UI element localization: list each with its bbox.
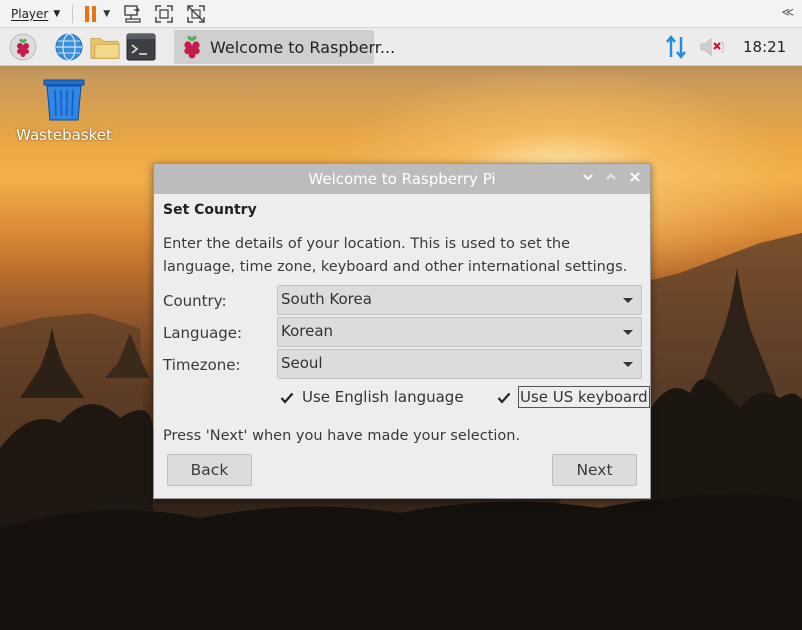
language-select[interactable]: Korean <box>277 317 642 347</box>
toolbar-divider <box>72 4 74 23</box>
use-us-keyboard-label: Use US keyboard <box>518 386 650 408</box>
chevron-down-icon: ▼ <box>53 8 61 19</box>
raspberry-icon <box>180 34 204 60</box>
use-us-keyboard-checkbox[interactable]: Use US keyboard <box>497 386 650 408</box>
close-icon[interactable] <box>626 170 644 188</box>
taskbar-item-welcome[interactable]: Welcome to Raspberr... <box>174 30 395 64</box>
welcome-dialog: Welcome to Raspberry Pi Set Country Ente… <box>153 163 651 499</box>
pause-icon[interactable] <box>85 5 97 22</box>
collapse-icon[interactable]: ≪ <box>781 5 793 19</box>
checkmark-icon <box>497 390 511 404</box>
dialog-titlebar[interactable]: Welcome to Raspberry Pi <box>154 164 650 194</box>
next-button[interactable]: Next <box>552 454 637 486</box>
minimize-icon[interactable] <box>579 170 597 188</box>
checkmark-icon <box>280 390 294 404</box>
timezone-select[interactable]: Seoul <box>277 349 642 379</box>
desktop-icon-label: Wastebasket <box>16 126 112 144</box>
send-ctrl-alt-del-icon[interactable] <box>122 4 142 24</box>
language-value: Korean <box>281 322 334 340</box>
taskbar: Welcome to Raspberr... 18:21 <box>0 28 802 66</box>
country-label: Country: <box>163 292 227 310</box>
description-text: Enter the details of your location. This… <box>163 236 628 275</box>
dropdown-arrow-icon <box>623 362 633 367</box>
use-english-label: Use English language <box>302 388 464 406</box>
desktop-icon-wastebasket[interactable]: Wastebasket <box>16 78 112 144</box>
dropdown-arrow-icon <box>623 330 633 335</box>
raspberry-menu-icon[interactable] <box>8 32 38 62</box>
language-label: Language: <box>163 324 243 342</box>
player-menu[interactable]: Player ▼ <box>11 7 60 21</box>
wastebasket-icon <box>16 78 112 122</box>
country-select[interactable]: South Korea <box>277 285 642 315</box>
timezone-label: Timezone: <box>163 356 241 374</box>
web-browser-icon[interactable] <box>54 32 84 62</box>
use-english-checkbox[interactable]: Use English language <box>280 388 464 406</box>
terminal-icon[interactable] <box>126 32 156 62</box>
player-toolbar: Player ▼ ▼ ≪ <box>0 0 802 28</box>
chevron-down-icon[interactable]: ▼ <box>103 9 110 19</box>
country-value: South Korea <box>281 290 372 308</box>
section-title: Set Country <box>163 202 257 218</box>
file-manager-icon[interactable] <box>90 32 120 62</box>
dropdown-arrow-icon <box>623 298 633 303</box>
unity-icon[interactable] <box>186 4 206 24</box>
dialog-title: Welcome to Raspberry Pi <box>308 170 496 188</box>
taskbar-item-label: Welcome to Raspberr... <box>210 37 396 57</box>
player-menu-label: Player <box>11 6 49 21</box>
network-icon[interactable] <box>663 34 689 60</box>
hint-text: Press 'Next' when you have made your sel… <box>163 428 521 444</box>
clock[interactable]: 18:21 <box>743 38 786 56</box>
timezone-value: Seoul <box>281 354 323 372</box>
back-button[interactable]: Back <box>167 454 252 486</box>
volume-muted-icon[interactable] <box>699 36 727 58</box>
maximize-icon[interactable] <box>602 170 620 188</box>
fullscreen-icon[interactable] <box>154 4 174 24</box>
